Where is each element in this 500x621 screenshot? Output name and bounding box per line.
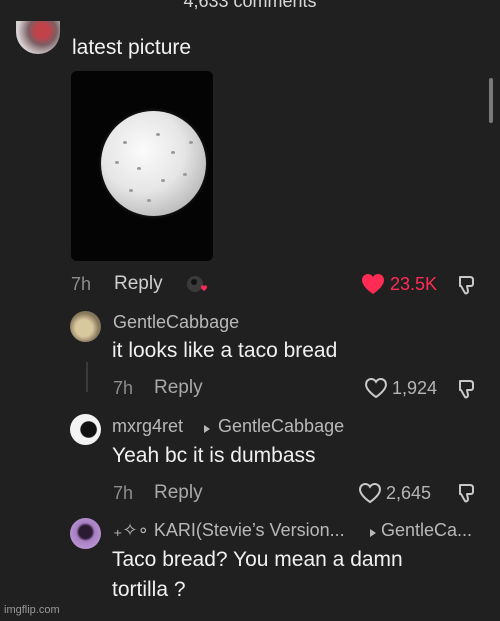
avatar[interactable] — [16, 21, 60, 54]
comment-time: 7h — [113, 378, 134, 398]
reply-to-username[interactable]: GentleCabbage — [218, 416, 344, 437]
username[interactable]: GentleCabbage — [113, 312, 239, 333]
like-count: 1,924 — [392, 378, 438, 398]
dislike-icon[interactable] — [456, 482, 478, 504]
watermark: imgflip.com — [4, 604, 60, 616]
heart-icon[interactable] — [358, 482, 382, 504]
reply-button[interactable]: Reply — [154, 482, 203, 504]
comment-text: it looks like a taco bread — [112, 339, 338, 362]
like-count: 2,645 — [386, 483, 432, 503]
reply-button[interactable]: Reply — [114, 273, 163, 295]
heart-icon[interactable] — [364, 377, 388, 399]
reply-to-username[interactable]: GentleCa... — [381, 520, 472, 541]
thread-line — [86, 362, 88, 392]
comment-text: Yeah bc it is dumbass — [112, 444, 316, 467]
comment-time: 7h — [71, 274, 92, 294]
username[interactable]: ₊✧∘ KARI(Stevie’s Version... — [113, 520, 345, 541]
comment-image[interactable] — [71, 71, 213, 261]
creator-liked-icon — [186, 274, 208, 296]
like-count: 23.5K — [390, 274, 438, 294]
comment-text-line-2: tortilla ? — [112, 578, 186, 601]
comment-text-line-1: Taco bread? You mean a damn — [112, 548, 403, 571]
caret-right-icon — [369, 525, 377, 537]
dislike-icon[interactable] — [456, 274, 478, 296]
scrollbar[interactable] — [489, 78, 493, 123]
username[interactable]: mxrg4ret — [112, 416, 183, 437]
dislike-icon[interactable] — [456, 378, 478, 400]
heart-icon[interactable] — [361, 273, 385, 295]
comment-time: 7h — [113, 483, 134, 503]
caret-right-icon — [203, 421, 211, 433]
avatar[interactable] — [70, 414, 101, 445]
reply-button[interactable]: Reply — [154, 377, 203, 399]
avatar[interactable] — [70, 311, 101, 342]
comment-text: latest picture — [72, 36, 192, 59]
comment-count: 4,633 comments — [183, 0, 317, 11]
moon-image — [101, 111, 206, 216]
avatar[interactable] — [70, 518, 101, 549]
